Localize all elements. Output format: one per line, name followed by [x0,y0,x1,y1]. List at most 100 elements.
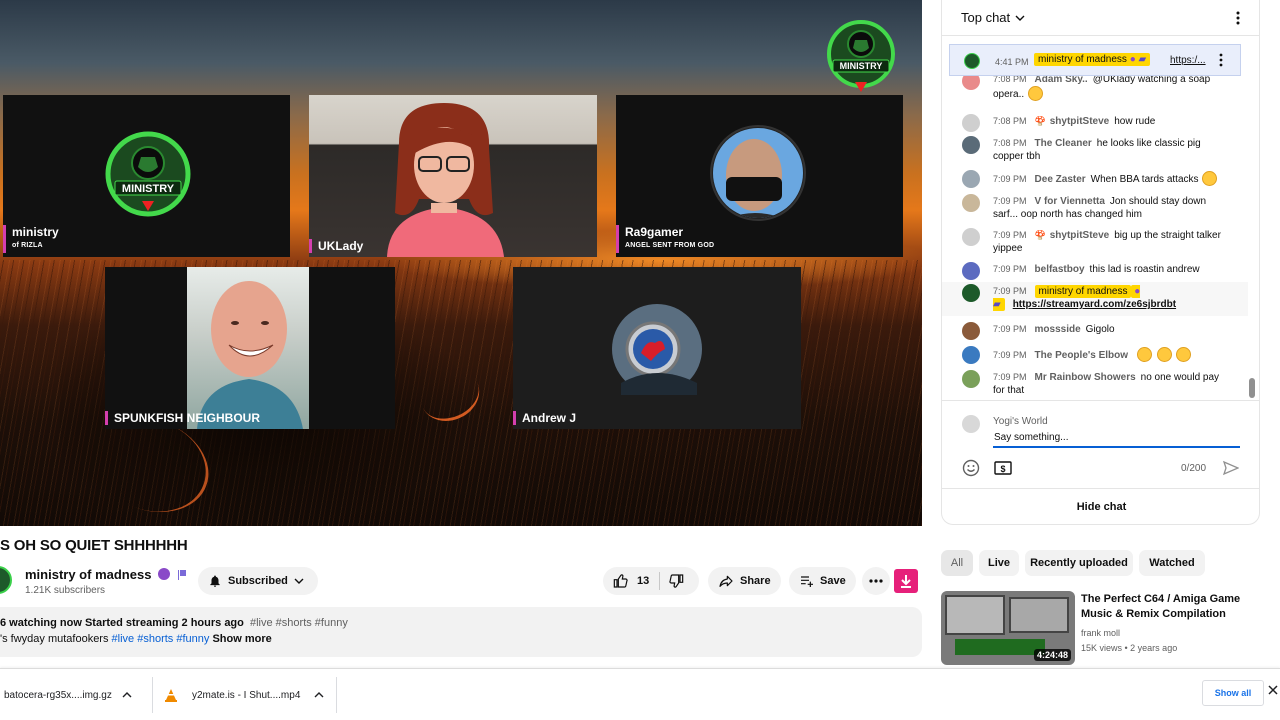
chat-author-name[interactable]: mossside [1035,324,1081,335]
related-video-meta: 15K views • 2 years ago [1081,643,1178,653]
chat-author-avatar[interactable] [962,114,980,132]
chat-mode-selector[interactable]: Top chat [961,10,1010,25]
chat-message-time: 7:09 PM [993,324,1027,334]
overlay-logo-text: MINISTRY [840,61,883,71]
chat-message[interactable]: 7:09 PM Dee Zaster When BBA tards attacks [942,168,1248,190]
chat-message-body: 7:08 PM Adam Sky.. @UKlady watching a soap… [993,73,1233,101]
svg-text:MINISTRY: MINISTRY [122,183,175,195]
chat-message-link[interactable]: https://streamyard.com/ze6sjbrdbt [1013,299,1176,310]
more-horizontal-icon [869,579,883,583]
video-title: S OH SO QUIET SHHHHHH [0,537,188,554]
chip-live[interactable]: Live [979,550,1019,576]
download-separator [336,677,337,713]
ministry-logo-overlay: MINISTRY [827,20,895,92]
chat-author-name[interactable]: Mr Rainbow Showers [1035,372,1136,383]
share-label: Share [740,575,771,587]
stat-hashtags[interactable]: #live #shorts #funny [250,617,348,629]
show-all-downloads-button[interactable]: Show all [1202,680,1264,706]
chat-author-avatar[interactable] [962,322,980,340]
participant-name: ministry of RIZLA [3,225,59,253]
chat-author-avatar[interactable] [962,228,980,246]
pinned-link[interactable]: https:/... [1170,55,1206,66]
chat-message[interactable]: 7:09 PM Mr Rainbow Showers no one would pa… [942,368,1248,396]
super-chat-icon[interactable]: $ [994,460,1012,476]
chat-author-avatar[interactable] [962,170,980,188]
chat-author-name[interactable]: shytpitSteve [1050,230,1109,241]
pinned-message[interactable]: 4:41 PM ministry of madness ● ▰ https:/.… [949,44,1241,76]
chevron-up-icon[interactable] [314,690,324,700]
chat-author-name[interactable]: Dee Zaster [1035,174,1086,185]
chat-message[interactable]: 7:09 PM mossside Gigolo [942,320,1248,342]
pinned-time: 4:41 PM [995,57,1029,67]
related-video-channel[interactable]: frank moll [1081,628,1120,638]
chat-author-name[interactable]: The Cleaner [1035,138,1092,149]
chat-author-avatar[interactable] [962,262,980,280]
more-vertical-icon[interactable] [1232,10,1244,26]
download-item[interactable]: batocera-rg35x....img.gz [4,677,146,713]
download-extension-button[interactable] [894,569,918,593]
chat-author-avatar[interactable] [962,346,980,364]
download-item[interactable]: y2mate.is - I Shut....mp4 [164,677,334,713]
show-more-link[interactable]: Show more [212,633,271,645]
chat-message[interactable]: 7:08 PM The Cleaner he looks like classic … [942,134,1248,162]
chat-author-avatar[interactable] [962,136,980,154]
chat-message[interactable]: 7:09 PM ministry of madness ● ▰ https://st… [942,282,1248,316]
chat-message-body: 7:09 PM 🍄 shytpitSteve big up the straight … [993,229,1233,255]
chat-message-body: 7:08 PM The Cleaner he looks like classic … [993,137,1233,163]
chip-watched[interactable]: Watched [1139,550,1205,576]
description-hashtags[interactable]: #live #shorts #funny [112,633,210,645]
close-icon[interactable] [1268,685,1278,695]
share-icon [719,575,733,587]
chat-author-avatar[interactable] [962,284,980,302]
spunkfish-person [197,281,303,429]
chat-author-avatar[interactable] [962,194,980,212]
related-video-title[interactable]: The Perfect C64 / Amiga Game Music & Rem… [1081,592,1261,622]
chat-author-avatar[interactable] [962,370,980,388]
dislike-icon[interactable] [668,573,684,589]
like-count: 13 [637,575,650,587]
chat-input[interactable]: Say something... [993,432,1240,448]
channel-avatar[interactable] [0,566,12,594]
chat-message-body: 7:09 PM mossside Gigolo [993,323,1233,336]
emoji-icon [1156,347,1172,362]
chat-message[interactable]: 7:09 PM V for Viennetta Jon should stay do… [942,192,1248,220]
chat-message-body: 7:09 PM Dee Zaster When BBA tards attacks [993,171,1233,186]
participant-tile-ra9gamer: Ra9gamer ANGEL SENT FROM GOD [616,95,903,257]
more-vertical-icon[interactable] [1217,53,1225,67]
chat-message[interactable]: 7:09 PM The People's Elbow [942,344,1248,366]
like-icon[interactable] [613,573,629,589]
chat-author-name[interactable]: ministry of madness [1034,285,1132,298]
thumbnail-window [1009,597,1069,633]
participant-name: UKLady [309,239,363,253]
more-actions-button[interactable] [862,567,890,595]
save-button[interactable]: Save [789,567,856,595]
hide-chat-button[interactable]: Hide chat [942,488,1259,524]
chat-scrollbar[interactable] [1249,378,1255,398]
chat-author-name[interactable]: belfastboy [1035,264,1085,275]
chip-all[interactable]: All [941,550,973,576]
send-icon[interactable] [1223,460,1239,476]
chat-author-name[interactable]: The People's Elbow [1035,350,1129,361]
emoji-picker-icon[interactable] [962,459,980,477]
chat-author-name[interactable]: V for Viennetta [1035,196,1105,207]
share-button[interactable]: Share [708,567,781,595]
chevron-down-icon[interactable] [1015,13,1025,23]
video-player[interactable]: MINISTRY MINISTRY ministry of RIZLA UKLa… [0,0,922,526]
description-box[interactable]: 6 watching now Started streaming 2 hours… [0,607,922,657]
chat-message[interactable]: 7:09 PM belfastboy this lad is roastin and… [942,260,1248,282]
chevron-up-icon[interactable] [122,690,132,700]
chat-message-body: 7:08 PM 🍄 shytpitSteve how rude [993,115,1233,128]
channel-name[interactable]: ministry of madness [25,567,186,582]
chat-message[interactable]: 7:08 PM 🍄 shytpitSteve how rude [942,112,1248,134]
chat-message[interactable]: 7:09 PM 🍄 shytpitSteve big up the straight … [942,226,1248,254]
uklady-camera-feed [387,103,504,257]
ministry-avatar-logo: MINISTRY [105,131,191,217]
related-video-thumbnail[interactable]: 4:24:48 [941,591,1075,665]
chat-header: Top chat [942,0,1259,36]
chat-message-time: 7:09 PM [993,196,1027,206]
chip-recently-uploaded[interactable]: Recently uploaded [1025,550,1133,576]
participant-tile-spunkfish: SPUNKFISH NEIGHBOUR [105,267,395,429]
subscribe-button[interactable]: Subscribed [198,567,318,595]
description-text: 's fwyday mutafookers #live #shorts #fun… [0,633,272,645]
chat-author-name[interactable]: shytpitSteve [1050,116,1109,127]
